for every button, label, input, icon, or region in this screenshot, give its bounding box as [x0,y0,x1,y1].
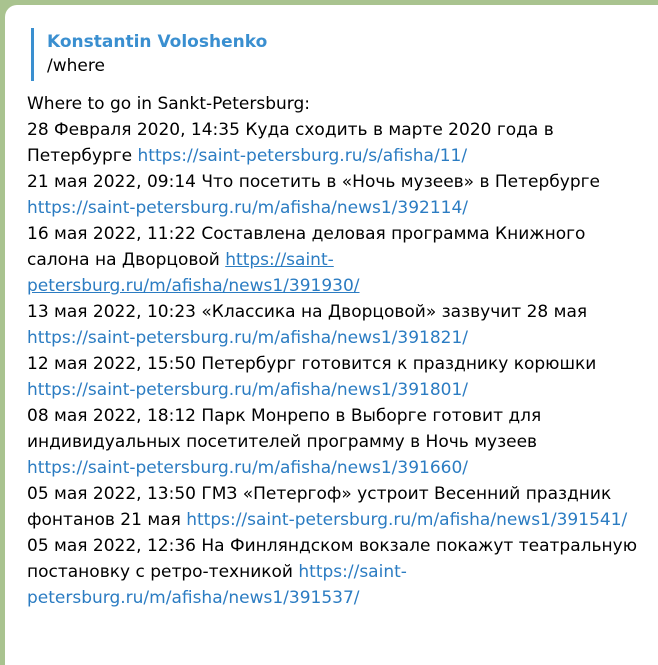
news-entry: 16 мая 2022, 11:22 Составлена деловая пр… [27,221,637,299]
message-intro: Where to go in Sankt-Petersburg: [27,94,310,114]
entry-list: 28 Февраля 2020, 14:35 Куда сходить в ма… [27,117,637,611]
entry-text: 08 мая 2022, 18:12 Парк Монрепо в Выборг… [27,406,542,452]
entry-text: 12 мая 2022, 15:50 Петербург готовится к… [27,354,597,374]
news-entry: 05 мая 2022, 12:36 На Финляндском вокзал… [27,533,637,611]
news-entry: 08 мая 2022, 18:12 Парк Монрепо в Выборг… [27,403,637,481]
entry-link[interactable]: https://saint-petersburg.ru/m/afisha/new… [27,380,468,400]
news-entry: 05 мая 2022, 13:50 ГМЗ «Петергоф» устрои… [27,481,637,533]
entry-text: 21 мая 2022, 09:14 Что посетить в «Ночь … [27,172,601,192]
news-entry: 21 мая 2022, 09:14 Что посетить в «Ночь … [27,169,637,221]
entry-link[interactable]: https://saint-petersburg.ru/s/afisha/11/ [138,146,468,166]
message-body: Where to go in Sankt-Petersburg: 28 Февр… [27,91,637,611]
news-entry: 13 мая 2022, 10:23 «Классика на Дворцово… [27,299,637,351]
news-entry: 12 мая 2022, 15:50 Петербург готовится к… [27,351,637,403]
news-entry: 28 Февраля 2020, 14:35 Куда сходить в ма… [27,117,637,169]
entry-text: 13 мая 2022, 10:23 «Классика на Дворцово… [27,302,588,322]
entry-link[interactable]: https://saint-petersburg.ru/m/afisha/new… [27,198,468,218]
message-bubble: Konstantin Voloshenko /where Where to go… [5,5,658,665]
reply-quote[interactable]: Konstantin Voloshenko /where [31,28,431,81]
reply-author: Konstantin Voloshenko [47,32,268,52]
entry-link[interactable]: https://saint-petersburg.ru/m/afisha/new… [27,458,468,478]
entry-link[interactable]: https://saint-petersburg.ru/m/afisha/new… [186,510,627,530]
entry-link[interactable]: https://saint-petersburg.ru/m/afisha/new… [27,328,468,348]
reply-text: /where [47,56,105,76]
